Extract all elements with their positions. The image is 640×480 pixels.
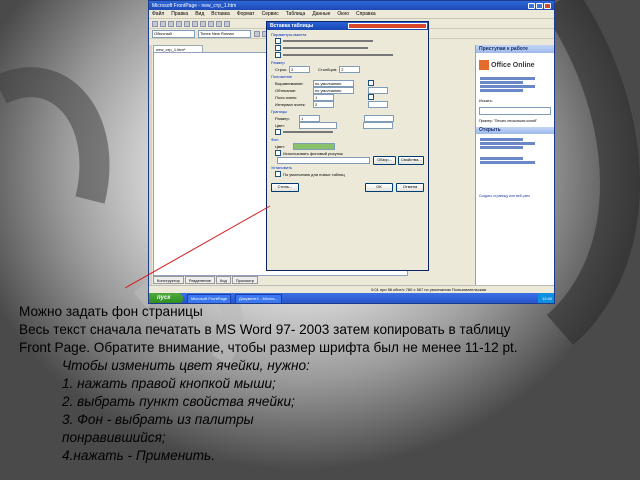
instruction-line: 4.нажать - Применить. [62,448,215,463]
caption-line-1: Можно задать фон страницы [19,304,203,319]
caption-line-2: Весь текст сначала печатать в MS Word 97… [19,322,511,337]
instruction-line: 1. нажать правой кнопкой мыши; [62,376,276,391]
caption-line-3: Front Page. Обратите внимание, чтобы раз… [19,340,518,355]
instruction-line: 3. Фон - выбрать из палитры [62,412,254,427]
instruction-line: Чтобы изменить цвет ячейки, нужно: [62,358,310,373]
instruction-line: 2. выбрать пункт свойства ячейки; [62,394,295,409]
instruction-line: понравившийся; [62,430,166,445]
